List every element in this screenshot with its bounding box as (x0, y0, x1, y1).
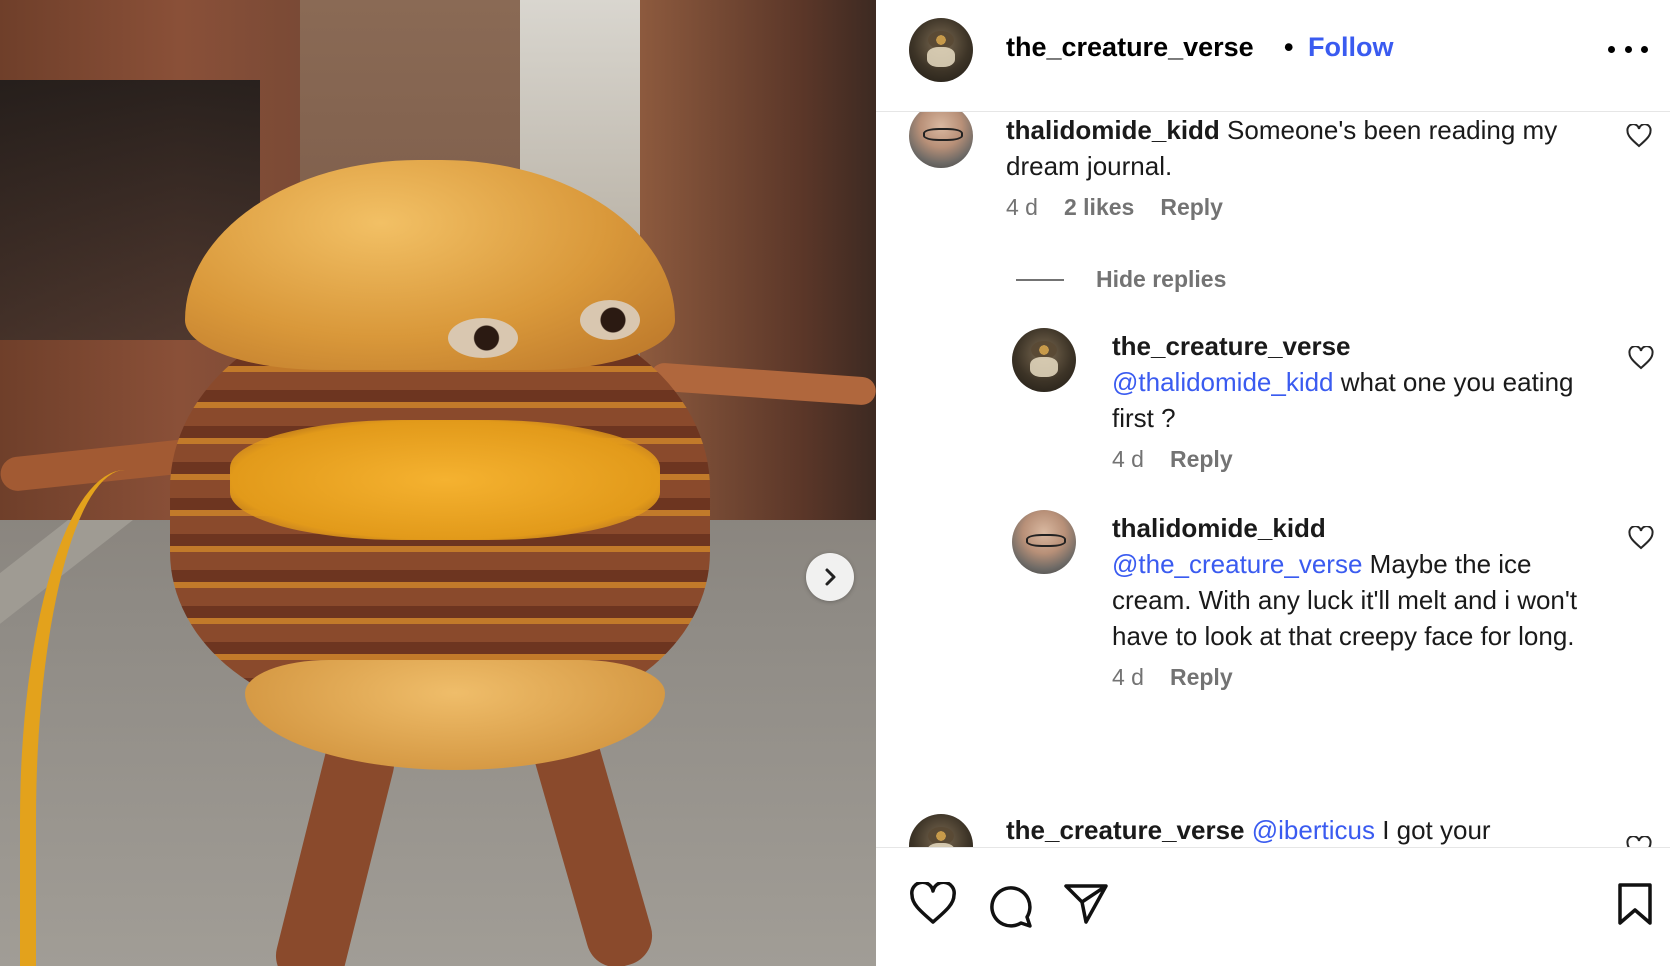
reply-item: the_creature_verse @thalidomide_kidd wha… (1112, 328, 1582, 473)
reply-item: thalidomide_kidd @the_creature_verse May… (1112, 510, 1582, 691)
post-actions-bar (876, 847, 1670, 966)
reply-avatar[interactable] (1012, 328, 1076, 392)
heart-icon[interactable] (909, 882, 957, 926)
comment-username[interactable]: thalidomide_kidd (1006, 115, 1220, 145)
comment-mention[interactable]: @iberticus (1252, 815, 1375, 845)
reply-username[interactable]: thalidomide_kidd (1112, 510, 1582, 546)
reply-text-block: thalidomide_kidd @the_creature_verse May… (1112, 510, 1582, 654)
reply-text-block: the_creature_verse @thalidomide_kidd wha… (1112, 328, 1582, 436)
reply-meta: 4 d Reply (1112, 664, 1582, 691)
reply-button[interactable]: Reply (1170, 664, 1233, 691)
reply-like-heart-icon[interactable] (1628, 526, 1654, 550)
author-avatar[interactable] (909, 18, 973, 82)
chevron-right-icon (825, 568, 836, 586)
reply-like-heart-icon[interactable] (1628, 346, 1654, 370)
comment-item: thalidomide_kidd Someone's been reading … (1006, 112, 1566, 221)
post-header: the_creature_verse • Follow (876, 0, 1670, 112)
comment-item-partial: the_creature_verse @iberticus I got your (1006, 812, 1606, 847)
commenter-avatar[interactable] (909, 112, 973, 168)
reply-button[interactable]: Reply (1170, 446, 1233, 473)
reply-mention[interactable]: @thalidomide_kidd (1112, 367, 1334, 397)
header-separator: • (1284, 32, 1294, 62)
comments-list[interactable]: thalidomide_kidd Someone's been reading … (876, 112, 1670, 847)
comment-text-block: thalidomide_kidd Someone's been reading … (1006, 112, 1566, 184)
bookmark-icon[interactable] (1616, 882, 1654, 926)
comment-meta: 4 d 2 likes Reply (1006, 194, 1566, 221)
send-icon[interactable] (1062, 882, 1110, 926)
hide-replies-toggle[interactable]: Hide replies (1016, 266, 1226, 293)
reply-button[interactable]: Reply (1160, 194, 1223, 221)
comment-like-heart-icon[interactable] (1626, 836, 1652, 847)
hide-replies-line (1016, 278, 1064, 281)
reply-age: 4 d (1112, 664, 1144, 690)
reply-age: 4 d (1112, 446, 1144, 472)
comment-age: 4 d (1006, 194, 1038, 220)
reply-username[interactable]: the_creature_verse (1112, 328, 1582, 364)
comment-likes[interactable]: 2 likes (1064, 194, 1134, 221)
comment-username[interactable]: the_creature_verse (1006, 815, 1245, 845)
post-panel: the_creature_verse • Follow thalidomide_… (876, 0, 1670, 966)
post-image (0, 0, 876, 966)
author-username[interactable]: the_creature_verse (1006, 32, 1254, 63)
comment-like-heart-icon[interactable] (1626, 124, 1652, 148)
reply-mention[interactable]: @the_creature_verse (1112, 549, 1362, 579)
hide-replies-label: Hide replies (1096, 266, 1227, 292)
more-options-icon[interactable] (1608, 34, 1648, 64)
commenter-avatar[interactable] (909, 814, 973, 847)
comment-body: I got your (1382, 815, 1491, 845)
comment-text-block: the_creature_verse @iberticus I got your (1006, 812, 1606, 847)
comment-icon[interactable] (986, 882, 1034, 928)
reply-meta: 4 d Reply (1112, 446, 1582, 473)
follow-button[interactable]: Follow (1308, 32, 1393, 63)
reply-avatar[interactable] (1012, 510, 1076, 574)
next-image-button[interactable] (806, 553, 854, 601)
burger-creature (0, 0, 876, 966)
